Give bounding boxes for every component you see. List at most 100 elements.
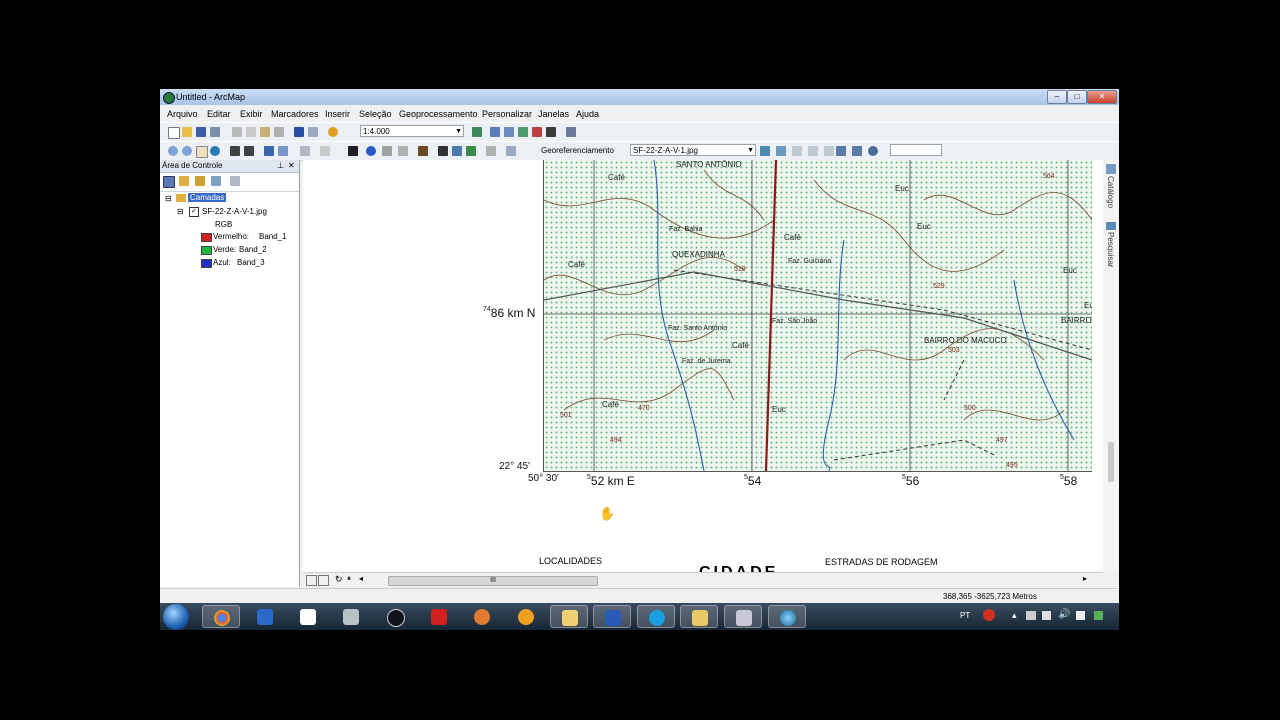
identify-icon[interactable] (366, 146, 376, 156)
rotate-left-icon[interactable] (868, 146, 878, 156)
taskbar-disk[interactable] (724, 605, 762, 628)
search-window-icon[interactable] (518, 127, 528, 137)
taskbar-app-glove[interactable] (463, 605, 501, 628)
taskbar-hp[interactable] (376, 605, 414, 628)
taskbar-explorer-2[interactable] (680, 605, 718, 628)
zoom-in-icon[interactable] (168, 146, 178, 156)
delete-icon[interactable] (274, 127, 284, 137)
menu-editar[interactable]: Editar (207, 109, 231, 119)
horizontal-scroll-thumb[interactable]: III (388, 576, 598, 586)
hyperlink-icon[interactable] (382, 146, 392, 156)
select-by-rectangle-icon[interactable] (300, 146, 310, 156)
catalog-window-icon[interactable] (504, 127, 514, 137)
maximize-button[interactable]: □ (1067, 90, 1087, 104)
scale-combo[interactable]: 1:4.000 ▼ (360, 125, 464, 137)
pin-icon[interactable]: ⊥ (277, 161, 284, 170)
taskbar-printer[interactable] (332, 605, 370, 628)
fixed-zoom-out-icon[interactable] (244, 146, 254, 156)
taskbar-app-red[interactable] (420, 605, 458, 628)
taskbar-word[interactable] (593, 605, 631, 628)
shift-icon[interactable] (776, 146, 786, 156)
menu-inserir[interactable]: Inserir (325, 109, 350, 119)
flag-icon[interactable] (1042, 611, 1051, 620)
print-icon[interactable] (210, 127, 220, 137)
find-icon[interactable] (438, 146, 448, 156)
select-elements-icon[interactable] (348, 146, 358, 156)
taskbar-app[interactable] (246, 605, 284, 628)
undo-icon[interactable] (294, 127, 304, 137)
list-by-selection-icon[interactable] (211, 176, 221, 186)
network-icon[interactable] (1026, 611, 1036, 620)
usb-icon[interactable] (1076, 611, 1085, 620)
list-by-visibility-icon[interactable] (195, 176, 205, 186)
toc-window-icon[interactable] (490, 127, 500, 137)
zoom-out-icon[interactable] (182, 146, 192, 156)
clear-selection-icon[interactable] (320, 146, 330, 156)
vertical-scroll-thumb[interactable] (1108, 442, 1114, 482)
taskbar-media[interactable] (507, 605, 545, 628)
view-link-table-icon[interactable] (836, 146, 846, 156)
paste-icon[interactable] (260, 127, 270, 137)
open-folder-icon[interactable] (182, 127, 192, 137)
taskbar-explorer-1[interactable] (550, 605, 588, 628)
menu-marcadores[interactable]: Marcadores (271, 109, 319, 119)
collapse-layer-icon[interactable]: ⊟ (177, 207, 184, 216)
scroll-right-icon[interactable]: ▸ (1083, 574, 1087, 583)
back-extent-icon[interactable] (264, 146, 274, 156)
taskbar-chrome[interactable] (202, 605, 240, 628)
collapse-camadas-icon[interactable]: ⊟ (165, 194, 172, 203)
new-document-icon[interactable] (168, 127, 180, 139)
start-button[interactable] (163, 604, 189, 630)
create-viewer-icon[interactable] (506, 146, 516, 156)
taskbar-skype[interactable] (637, 605, 675, 628)
menu-exibir[interactable]: Exibir (240, 109, 263, 119)
menu-geoprocessamento[interactable]: Geoprocessamento (399, 109, 478, 119)
catalog-tab[interactable]: Catálogo (1106, 176, 1115, 208)
alert-icon[interactable] (983, 609, 995, 621)
full-extent-icon[interactable] (210, 146, 220, 156)
list-by-drawing-order-icon[interactable] (163, 176, 175, 188)
layer-visibility-checkbox[interactable]: ✓ (189, 207, 199, 217)
python-window-icon[interactable] (546, 127, 556, 137)
show-hidden-icons-icon[interactable]: ▴ (1012, 610, 1017, 621)
viewer-icon[interactable] (852, 146, 862, 156)
toc-close-icon[interactable]: ✕ (288, 161, 295, 170)
toc-options-icon[interactable] (230, 176, 240, 186)
model-builder-icon[interactable] (566, 127, 576, 137)
rotate-icon[interactable] (760, 146, 770, 156)
minimize-button[interactable]: – (1047, 90, 1067, 104)
georeferencing-menu[interactable]: Georeferenciamento (541, 146, 614, 155)
taskbar-arcmap[interactable] (768, 605, 806, 628)
search-tab[interactable]: Pesquisar (1106, 232, 1115, 268)
pan-icon[interactable] (196, 146, 208, 158)
map-display[interactable]: SANTO ANTÔNIO Café Café Café Café Café E… (303, 160, 1103, 572)
refresh-icon[interactable]: ↻ (335, 574, 343, 585)
list-by-source-icon[interactable] (179, 176, 189, 186)
volume-icon[interactable]: 🔊 (1058, 609, 1070, 620)
menu-janelas[interactable]: Janelas (538, 109, 569, 119)
add-control-points-icon[interactable] (808, 146, 818, 156)
layout-view-icon[interactable] (318, 575, 329, 586)
georef-layer-combo[interactable]: SF-22-Z-A-V-1.jpg ▼ (630, 144, 756, 156)
go-to-xy-icon[interactable] (466, 146, 476, 156)
time-slider-icon[interactable] (486, 146, 496, 156)
pause-drawing-icon[interactable]: ⏸ (347, 574, 351, 584)
add-data-icon[interactable] (328, 127, 338, 137)
html-popup-icon[interactable] (398, 146, 408, 156)
copy-icon[interactable] (246, 127, 256, 137)
menu-ajuda[interactable]: Ajuda (576, 109, 599, 119)
scale-tool-icon[interactable] (792, 146, 802, 156)
save-icon[interactable] (196, 127, 206, 137)
forward-extent-icon[interactable] (278, 146, 288, 156)
taskbar-dropbox[interactable] (289, 605, 327, 628)
measure-icon[interactable] (418, 146, 428, 156)
layer-name[interactable]: SF-22-Z-A-V-1.jpg (202, 207, 267, 216)
editor-toolbar-icon[interactable] (472, 127, 482, 137)
redo-icon[interactable] (308, 127, 318, 137)
layers-root[interactable]: Camadas (188, 193, 227, 202)
menu-arquivo[interactable]: Arquivo (167, 109, 198, 119)
close-button[interactable]: ✕ (1087, 90, 1117, 104)
cut-icon[interactable] (232, 127, 242, 137)
georef-input-field[interactable] (890, 144, 942, 156)
arctoolbox-icon[interactable] (532, 127, 542, 137)
